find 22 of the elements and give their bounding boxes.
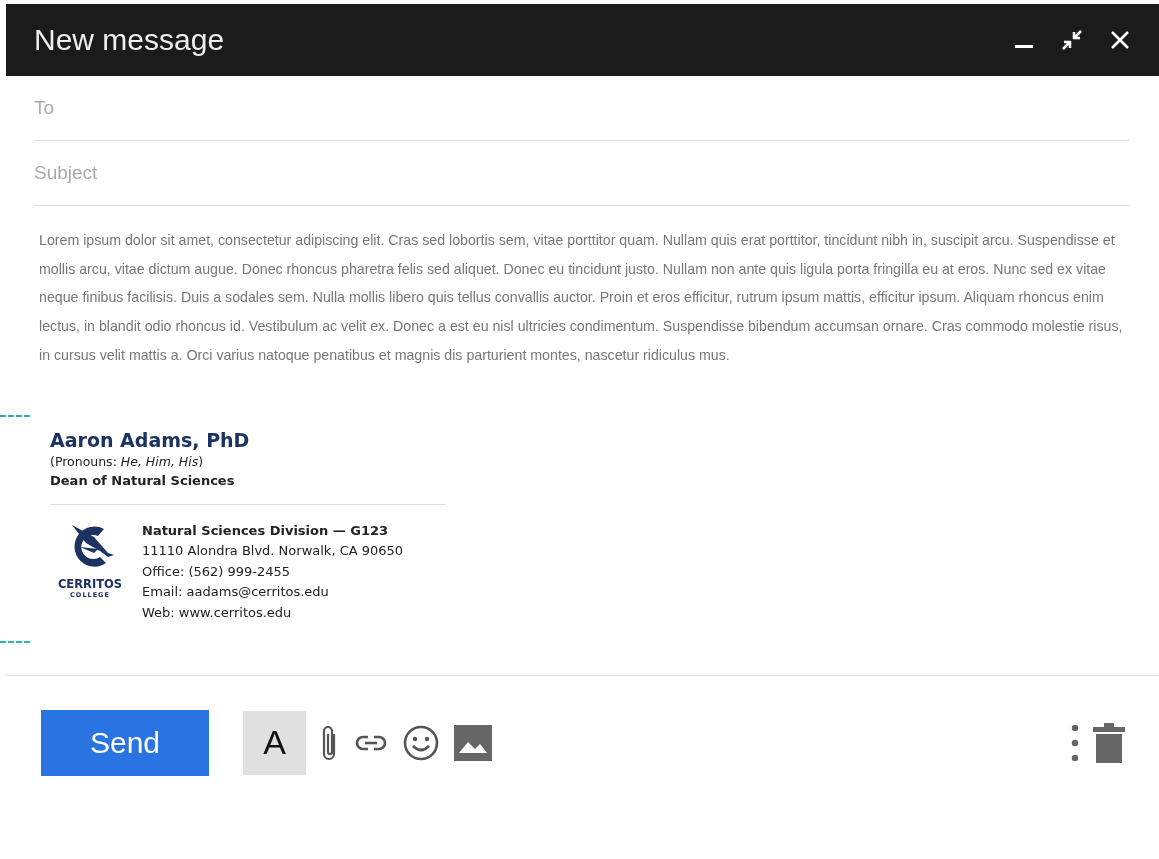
smiley-icon[interactable] — [402, 723, 440, 762]
contact-line: Email: aadams@cerritos.edu — [142, 583, 330, 601]
message-body: Lorem ipsum dolor sit amet, consectetur adipiscing elit. Cras sed lobortis sem, vitae porttitor quam. Nullam quis erat porttitor, tincidunt nibh in, suscipit arcu. Suspendisse et mollis arcu, vitae dictum augue. Donec rhoncus pharetra felis sed aliquet. Donec eu tincidunt justo. Nullam non ante quis ligula porta fringilla eu at eros. Nunc sed ex vitae neque finibus facilisis. Duis a sodales sem. Nulla mollis libero quis tellus convallis auctor. Proin et eros efficitur, rutrum ipsum mattis, efficitur ipsum. Aliquam rhoncus enim lectus, in blandit odio rhoncus id. Vestibulum ac velit ex. Donec a est eu nisl ultricies condimentum. Suspendisse bibendum accumsan ornare. Cras commodo molestie risus, in cursus velit mattis a. Orci varius natoque penatibus et magnis dis parturient montes, nascetur ridiculus mus. — [39, 231, 1124, 365]
close-icon[interactable] — [1109, 29, 1131, 51]
contact-line: Natural Sciences Division — G123 — [142, 521, 390, 540]
more-options-icon[interactable] — [1071, 722, 1079, 763]
trash-icon[interactable] — [1093, 722, 1125, 763]
dashed-marker — [0, 640, 30, 643]
logo-text: CERRITOS — [57, 576, 123, 591]
contact-line: Web: www.cerritos.edu — [142, 603, 293, 622]
formatting-button[interactable]: A — [243, 710, 306, 775]
signature-name: Aaron Adams, PhD — [50, 428, 251, 451]
signature-title: Dean of Natural Sciences — [50, 472, 236, 488]
dashed-marker — [0, 414, 30, 417]
contact-line: 11110 Alondra Blvd. Norwalk, CA 90650 — [142, 542, 404, 560]
contact-line: Office: (562) 999-2455 — [142, 562, 292, 581]
send-button[interactable]: Send — [41, 709, 209, 776]
input-field[interactable]: Subject — [34, 141, 1129, 206]
window-title: New message — [34, 23, 226, 57]
image-icon[interactable] — [454, 724, 492, 761]
pronouns-text: (Pronouns: He, Him, His) — [50, 453, 205, 469]
input-field[interactable]: To — [34, 76, 1129, 141]
